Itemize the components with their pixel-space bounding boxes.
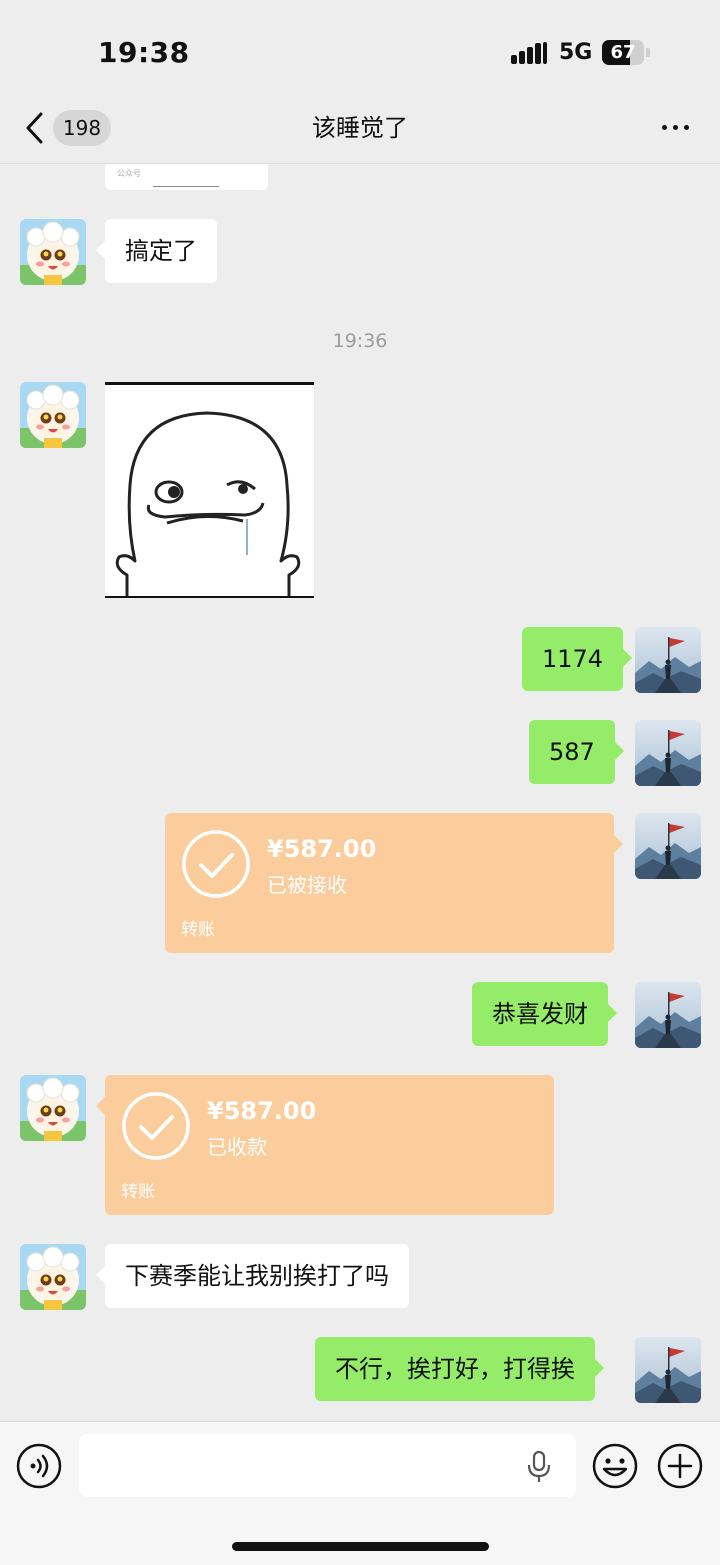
contact-avatar[interactable] <box>20 382 86 448</box>
message-bubble-sent[interactable]: 587 <box>529 720 624 784</box>
voice-icon[interactable] <box>16 1443 62 1489</box>
check-circle-icon <box>181 829 251 899</box>
microphone-icon[interactable] <box>526 1450 552 1484</box>
message-bubble-received[interactable]: 搞定了 <box>96 219 217 283</box>
transfer-amount: ¥587.00 <box>207 1097 317 1125</box>
message-list[interactable]: 公众号 搞定了 19:36 1174 587 ¥587.00 已被接收 转账 恭… <box>0 164 720 1420</box>
message-bubble-sent[interactable]: 1174 <box>522 627 633 691</box>
plus-icon[interactable] <box>657 1443 703 1489</box>
transfer-amount: ¥587.00 <box>267 835 377 863</box>
transfer-card-sent[interactable]: ¥587.00 已被接收 转账 <box>165 813 623 953</box>
message-input[interactable] <box>79 1434 576 1497</box>
more-dots-icon[interactable] <box>660 120 692 136</box>
contact-avatar[interactable] <box>20 1244 86 1310</box>
check-circle-icon <box>121 1091 191 1161</box>
self-avatar[interactable] <box>635 1337 701 1403</box>
self-avatar[interactable] <box>635 627 701 693</box>
self-avatar[interactable] <box>635 813 701 879</box>
transfer-card-received[interactable]: ¥587.00 已收款 转账 <box>96 1075 554 1215</box>
status-time: 19:38 <box>98 36 190 69</box>
self-avatar[interactable] <box>635 720 701 786</box>
contact-avatar[interactable] <box>20 219 86 285</box>
sticker-image[interactable] <box>105 382 314 598</box>
battery-level: 67 <box>610 42 636 63</box>
home-indicator[interactable] <box>232 1542 489 1551</box>
signal-icon <box>511 42 547 64</box>
self-avatar[interactable] <box>635 982 701 1048</box>
chat-header: 198 该睡觉了 <box>0 100 720 164</box>
status-bar: 19:38 5G 67 <box>0 0 720 100</box>
transfer-status: 已收款 <box>207 1135 267 1159</box>
contact-avatar[interactable] <box>20 1075 86 1141</box>
message-bubble-sent[interactable]: 恭喜发财 <box>472 982 617 1046</box>
input-bar <box>0 1421 720 1565</box>
transfer-label: 转账 <box>121 1182 155 1202</box>
transfer-status: 已被接收 <box>267 873 347 897</box>
chat-title: 该睡觉了 <box>312 114 408 142</box>
message-bubble-sent[interactable]: 不行，挨打好，打得挨 <box>315 1337 604 1401</box>
message-timestamp: 19:36 <box>332 330 388 352</box>
battery-icon: 67 <box>602 40 650 65</box>
link-card-partial[interactable]: 公众号 <box>105 164 268 190</box>
message-bubble-received[interactable]: 下赛季能让我别挨打了吗 <box>96 1244 409 1308</box>
link-card-source: 公众号 <box>117 169 141 178</box>
transfer-label: 转账 <box>181 920 215 940</box>
emoji-icon[interactable] <box>592 1443 638 1489</box>
network-type: 5G <box>559 40 593 65</box>
